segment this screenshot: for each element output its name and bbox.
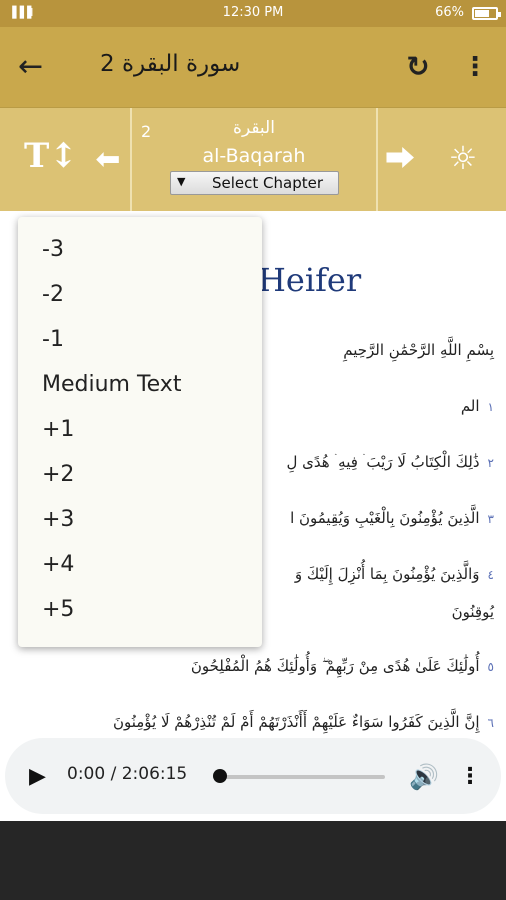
- page-title: 2 سورة البقرة: [100, 51, 241, 77]
- more-vert-icon[interactable]: ⋮: [460, 47, 490, 87]
- arrow-left-icon[interactable]: ←: [18, 47, 62, 87]
- chevron-down-icon: ▼: [177, 175, 186, 188]
- menu-item[interactable]: -2: [42, 282, 64, 307]
- verse-text: أُولَٰئِكَ عَلَىٰ هُدًى مِنْ رَبِّهِمْ ۖ…: [190, 657, 480, 675]
- verse-number: ٢: [487, 456, 494, 470]
- menu-item[interactable]: -3: [42, 237, 64, 262]
- verse-text: إِنَّ الَّذِينَ كَفَرُوا سَوَاءٌ عَلَيْه…: [112, 713, 480, 731]
- playback-time: 0:00 / 2:06:15: [67, 764, 188, 784]
- bottom-area: [0, 821, 506, 900]
- verse-number: ٦: [487, 716, 494, 730]
- verse: ٤ وَالَّذِينَ يُؤْمِنُونَ بِمَا أُنْزِلَ …: [295, 565, 494, 583]
- audio-player: ▶ 0:00 / 2:06:15 🔊 ⋮: [5, 738, 501, 814]
- divider: [376, 108, 378, 212]
- verse: ٥ أُولَٰئِكَ عَلَىٰ هُدًى مِنْ رَبِّهِمْ …: [191, 657, 494, 675]
- verse: ١ الم: [461, 397, 494, 415]
- verse-number: ٤: [487, 568, 494, 582]
- app-bar: ← 2 سورة البقرة ↻ ⋮: [0, 27, 506, 107]
- play-icon[interactable]: ▶: [29, 762, 59, 792]
- text-size-icon[interactable]: T↕: [24, 136, 78, 176]
- seek-thumb[interactable]: [213, 769, 227, 783]
- verse-text: ذَٰلِكَ الْكِتَابُ لَا رَيْبَ ۛ فِيهِ ۛ …: [286, 453, 480, 471]
- chapter-toolbar: T↕ ⬅ 2 البقرة al-Baqarah ▼ Select Chapte…: [0, 107, 506, 212]
- verse-number: ١: [487, 400, 494, 414]
- clock: 12:30 PM: [222, 5, 284, 20]
- volume-icon[interactable]: 🔊: [407, 760, 441, 794]
- more-vert-icon[interactable]: ⋮: [459, 760, 481, 794]
- chapter-heading: Heifer: [258, 261, 362, 299]
- verse: ٦ إِنَّ الَّذِينَ كَفَرُوا سَوَاءٌ عَلَيْ…: [113, 713, 494, 731]
- menu-item[interactable]: -1: [42, 327, 64, 352]
- status-bar: ▐▐▐l 12:30 PM 66%: [0, 0, 506, 27]
- verse-text: الَّذِينَ يُؤْمِنُونَ بِالْغَيْبِ وَيُقِ…: [290, 509, 480, 527]
- verse: ٣ الَّذِينَ يُؤْمِنُونَ بِالْغَيْبِ وَيُق…: [290, 509, 494, 527]
- previous-chapter-icon[interactable]: ⬅: [90, 142, 126, 178]
- battery-percent: 66%: [435, 5, 464, 20]
- verse-text: وَالَّذِينَ يُؤْمِنُونَ بِمَا أُنْزِلَ إ…: [294, 565, 480, 583]
- next-chapter-icon[interactable]: ⮕: [382, 142, 418, 178]
- menu-item[interactable]: Medium Text: [42, 372, 181, 397]
- verse-number: ٣: [487, 512, 494, 526]
- menu-item[interactable]: +3: [42, 507, 74, 532]
- select-chapter-label: Select Chapter: [212, 174, 324, 192]
- battery-icon: [472, 7, 501, 20]
- verse: ٢ ذَٰلِكَ الْكِتَابُ لَا رَيْبَ ۛ فِيهِ ۛ…: [286, 453, 494, 471]
- verse-continuation: يُوقِنُونَ: [451, 603, 494, 621]
- menu-item[interactable]: +1: [42, 417, 74, 442]
- verse-number: ٥: [487, 660, 494, 674]
- menu-item[interactable]: +5: [42, 597, 74, 622]
- menu-item[interactable]: +2: [42, 462, 74, 487]
- menu-item[interactable]: +4: [42, 552, 74, 577]
- chapter-english-name: al-Baqarah: [202, 145, 306, 167]
- verse-text: الم: [460, 397, 480, 415]
- brightness-icon[interactable]: ☼: [443, 138, 483, 178]
- refresh-icon[interactable]: ↻: [398, 47, 438, 87]
- text-size-menu: -3 -2 -1 Medium Text +1 +2 +3 +4 +5: [18, 217, 262, 647]
- chapter-arabic-name: البقرة: [233, 118, 275, 138]
- select-chapter-dropdown[interactable]: ▼ Select Chapter: [170, 171, 339, 195]
- seek-bar[interactable]: [217, 775, 385, 779]
- bismillah: بِسْمِ اللَّهِ الرَّحْمَٰنِ الرَّحِيمِ: [343, 341, 494, 359]
